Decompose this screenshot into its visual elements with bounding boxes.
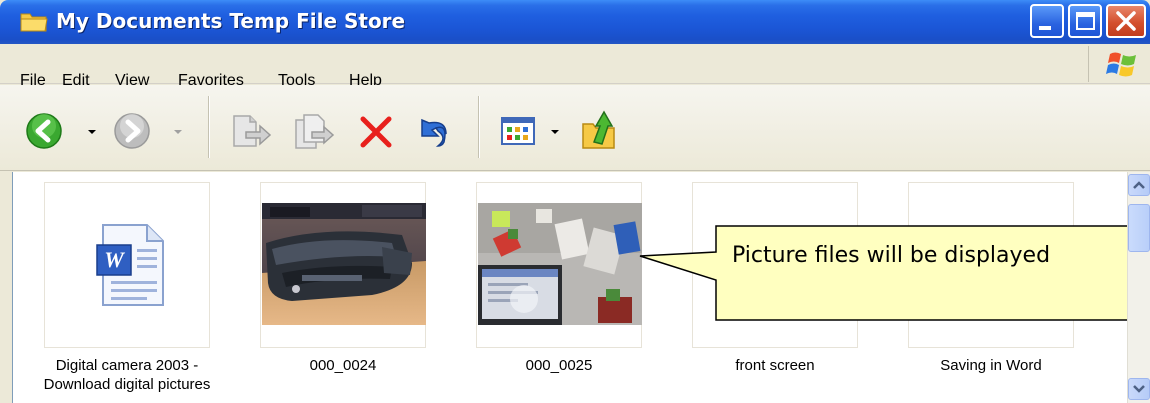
toolbar-separator-2 (478, 96, 480, 158)
title-bar[interactable]: My Documents Temp File Store (0, 0, 1150, 44)
views-dropdown-icon[interactable] (551, 130, 559, 134)
file-name-line-1: Digital camera 2003 - (55, 357, 199, 374)
chevron-up-icon (1133, 181, 1145, 189)
undo-icon[interactable] (412, 112, 454, 152)
forward-icon[interactable] (113, 112, 151, 150)
word-document-icon: W (96, 224, 164, 306)
scroll-down-button[interactable] (1128, 378, 1150, 400)
back-icon[interactable] (25, 112, 63, 150)
copy-to-icon[interactable] (292, 112, 336, 152)
explorer-window: My Documents Temp File Store File Edit V… (0, 0, 1150, 403)
file-name: Saving in Word (940, 357, 1042, 374)
callout-bubble (639, 225, 1129, 321)
forward-dropdown-icon[interactable] (174, 130, 182, 134)
file-label-photo-000-0024[interactable]: 000_0024 (238, 356, 448, 375)
scroll-thumb[interactable] (1128, 204, 1150, 252)
views-icon[interactable] (500, 115, 536, 147)
minimize-button[interactable] (1030, 4, 1064, 38)
toolbar (0, 85, 1150, 171)
folder-icon (20, 13, 48, 32)
file-label-saving-in-word[interactable]: Saving in Word (886, 356, 1096, 375)
maximize-button[interactable] (1068, 4, 1102, 38)
windows-logo-icon (1106, 52, 1136, 77)
file-name-line-2: Download digital pictures (43, 376, 211, 393)
folder-up-icon[interactable] (580, 108, 620, 152)
menu-divider (1088, 46, 1089, 82)
svg-text:W: W (104, 247, 125, 272)
photo-printer-image (262, 203, 426, 325)
file-thumbnail-photo-000-0025[interactable] (476, 182, 642, 348)
close-button[interactable] (1106, 4, 1146, 38)
minimize-icon (1039, 26, 1051, 30)
back-dropdown-icon[interactable] (88, 130, 96, 134)
file-label-word-document[interactable]: Digital camera 2003 - Download digital p… (22, 356, 232, 394)
file-thumbnail-photo-000-0024[interactable] (260, 182, 426, 348)
file-thumbnail-word-document[interactable]: W (44, 182, 210, 348)
file-label-front-screen[interactable]: front screen (670, 356, 880, 375)
delete-icon[interactable] (358, 114, 394, 150)
move-to-icon[interactable] (228, 112, 272, 152)
file-label-photo-000-0025[interactable]: 000_0025 (454, 356, 664, 375)
file-name: front screen (735, 357, 815, 374)
menu-bar (0, 44, 1150, 84)
chevron-down-icon (1133, 385, 1145, 393)
photo-monitor-image (478, 203, 642, 325)
scroll-up-button[interactable] (1128, 174, 1150, 196)
file-name: 000_0024 (309, 357, 377, 374)
window-title: My Documents Temp File Store (56, 9, 406, 33)
callout-text: Picture files will be displayed (732, 243, 1051, 268)
close-icon (1116, 11, 1136, 31)
maximize-icon (1076, 12, 1095, 30)
toolbar-separator (208, 96, 210, 158)
file-name: 000_0025 (525, 357, 593, 374)
